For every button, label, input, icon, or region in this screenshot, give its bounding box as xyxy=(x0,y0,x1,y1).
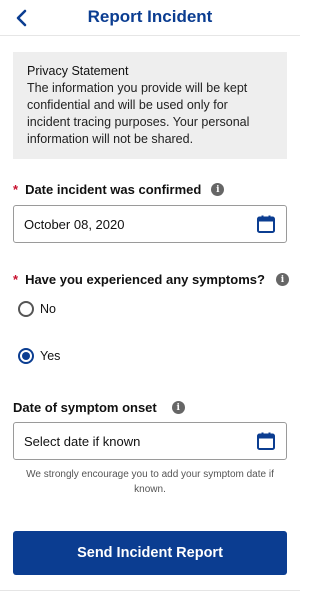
radio-label: No xyxy=(40,302,56,316)
radio-button[interactable] xyxy=(18,301,34,317)
date-confirmed-label-row: * Date incident was confirmed i xyxy=(13,182,225,197)
info-icon[interactable]: i xyxy=(211,183,225,196)
divider xyxy=(0,590,300,591)
info-icon[interactable]: i xyxy=(171,401,185,414)
date-confirmed-field[interactable]: October 08, 2020 xyxy=(13,205,287,243)
symptoms-option-no[interactable]: No xyxy=(18,301,56,317)
calendar-icon[interactable] xyxy=(256,431,276,451)
symptom-onset-hint: We strongly encourage you to add your sy… xyxy=(26,469,274,495)
privacy-statement-box: Privacy Statement The information you pr… xyxy=(13,52,287,159)
symptoms-label-row: * Have you experienced any symptoms? i xyxy=(13,272,289,287)
date-confirmed-value: October 08, 2020 xyxy=(24,216,125,232)
symptom-onset-label: Date of symptom onset xyxy=(13,400,157,415)
privacy-statement-title: Privacy Statement xyxy=(27,64,129,78)
page-title: Report Incident xyxy=(87,7,213,26)
required-marker: * xyxy=(13,182,19,197)
radio-button-selected[interactable] xyxy=(18,348,34,364)
required-marker: * xyxy=(13,272,19,287)
symptoms-label: Have you experienced any symptoms? xyxy=(25,272,265,287)
symptom-onset-field[interactable]: Select date if known xyxy=(13,422,287,460)
info-icon[interactable]: i xyxy=(275,273,289,286)
radio-label: Yes xyxy=(40,349,61,363)
symptoms-option-yes[interactable]: Yes xyxy=(18,348,60,364)
symptom-onset-placeholder: Select date if known xyxy=(24,433,141,449)
send-incident-report-button[interactable]: Send Incident Report xyxy=(13,531,287,575)
app-header: Report Incident xyxy=(0,0,300,36)
symptom-onset-label-row: Date of symptom onset i xyxy=(13,400,185,415)
privacy-statement-body: The information you provide will be kept… xyxy=(27,81,250,146)
date-confirmed-label: Date incident was confirmed xyxy=(25,182,202,197)
calendar-icon[interactable] xyxy=(256,214,276,234)
